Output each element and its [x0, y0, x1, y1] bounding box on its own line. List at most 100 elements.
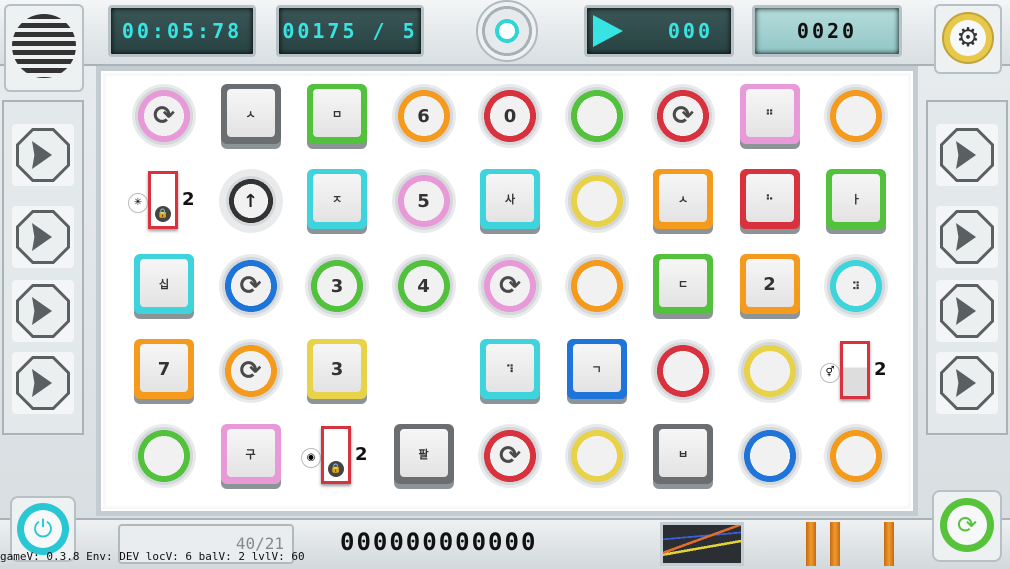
circle-tile-orange[interactable]: ⟳	[218, 339, 283, 403]
square-tile-gray[interactable]: ㅂ	[653, 424, 713, 484]
settings-button[interactable]: ⚙	[934, 4, 1002, 74]
play-icon[interactable]	[593, 15, 623, 47]
wires-panel	[660, 522, 744, 566]
tile-label: 십	[158, 278, 170, 291]
circle-tile-red[interactable]: ⟳	[478, 424, 542, 488]
square-tile-orange[interactable]: 2	[739, 254, 800, 314]
locked-door-tile[interactable]: ⚥ 2	[818, 339, 898, 403]
tile-label: ㄱ	[591, 363, 602, 376]
circle-tile-yellow[interactable]	[737, 339, 802, 403]
door-key-icon: ◉	[301, 448, 321, 468]
square-tile-yellow[interactable]: 3	[307, 339, 367, 399]
lock-icon: 🔒	[155, 206, 171, 222]
refresh-icon: ⟳	[499, 271, 521, 301]
square-tile-cyan[interactable]: ㅈ	[307, 169, 367, 229]
square-tile-pink[interactable]: ⠛	[739, 84, 800, 144]
circle-tile-cyan[interactable]: ⠽	[824, 254, 888, 318]
gear-icon: ⚙	[950, 20, 986, 56]
refresh-icon: ⟳	[153, 101, 175, 131]
version-info: gameV: 0.3.8 Env: DEV locV: 6 balV: 2 lv…	[0, 550, 305, 563]
tile-label: 구	[245, 448, 256, 461]
pipes-panel	[756, 522, 926, 566]
circle-tile-blue[interactable]	[737, 424, 802, 488]
tile-label: ㅅ	[245, 108, 256, 121]
square-tile-gray[interactable]: ㅅ	[220, 84, 281, 144]
square-tile-cyan[interactable]: 십	[134, 254, 194, 314]
circle-tile-green[interactable]	[564, 84, 629, 148]
square-tile-green[interactable]: ㅏ	[826, 169, 886, 229]
circle-tile-green[interactable]: 4	[391, 254, 456, 318]
square-tile-pink[interactable]: 구	[220, 424, 281, 484]
locked-door-tile[interactable]: ◉ 🔒 2	[299, 424, 379, 488]
right-arrow-button-3[interactable]	[936, 280, 998, 342]
door-count: 2	[182, 189, 195, 210]
door-key-icon: ⚥	[820, 363, 840, 383]
circle-tile-orange[interactable]	[824, 84, 888, 148]
game-board: ⟳ ㅅㅁ 6 0 ⟳ ⠛ ✳ 🔒 2 ↑ ㅈ 5 사 ㅅ ⠓ ㅏ 십 ⟳ 3 4 ⟳ ㄷ 2 ⠽ 7 ⟳ 3 ⠹ ㄱ ⚥ 2 구 ◉ 🔒 2 팔 ⟳ ㅂ	[96, 66, 918, 516]
lock-icon: 🔒	[328, 461, 344, 477]
tile-label: 3	[330, 275, 344, 297]
square-tile-red[interactable]: ⠓	[739, 169, 800, 229]
circle-tile-red[interactable]	[651, 339, 715, 403]
play-display[interactable]: 000	[584, 5, 734, 57]
square-tile-orange[interactable]: ㅅ	[653, 169, 713, 229]
circle-tile-orange[interactable]: 6	[391, 84, 456, 148]
circle-tile-green[interactable]	[132, 424, 196, 488]
play-counter: 000	[667, 19, 713, 43]
score-display: 0020	[752, 5, 902, 57]
circle-tile-yellow[interactable]	[564, 169, 629, 233]
tile-label: 0	[503, 105, 517, 127]
circle-tile-orange[interactable]	[564, 254, 629, 318]
door-slot: 🔒	[321, 426, 351, 484]
tile-label: ㄷ	[677, 278, 689, 291]
left-arrow-button-4[interactable]	[12, 352, 74, 414]
refresh-icon: ⟳	[239, 356, 262, 386]
circle-tile-pink[interactable]: 5	[391, 169, 456, 233]
square-tile-green[interactable]: ㄷ	[653, 254, 713, 314]
moves-value: 00175 / 5	[282, 19, 418, 43]
tile-label: ⠛	[765, 107, 774, 121]
tile-label: ⠹	[505, 362, 515, 376]
square-tile-orange[interactable]: 7	[134, 339, 194, 399]
locked-door-tile[interactable]: ✳ 🔒 2	[126, 169, 206, 233]
right-panel	[926, 100, 1008, 435]
refresh-icon: ⟳	[239, 271, 262, 301]
circle-tile-pink[interactable]: ⟳	[132, 84, 196, 148]
circle-tile-blue[interactable]: ⟳	[218, 254, 283, 318]
reset-button[interactable]: ⟳	[932, 490, 1002, 562]
door-slot	[840, 341, 870, 399]
tile-label: 팔	[418, 448, 429, 461]
tile-label: 7	[157, 358, 171, 380]
square-tile-cyan[interactable]: ⠹	[480, 339, 540, 399]
circle-tile-pink[interactable]: ⟳	[478, 254, 542, 318]
speaker-icon	[12, 14, 76, 78]
right-arrow-button-4[interactable]	[936, 352, 998, 414]
left-arrow-button-1[interactable]	[12, 124, 74, 186]
left-arrow-button-3[interactable]	[12, 280, 74, 342]
square-tile-green[interactable]: ㅁ	[307, 84, 367, 144]
power-icon: ⏻	[24, 510, 62, 548]
square-tile-gray[interactable]: 팔	[393, 424, 454, 484]
circle-tile-green[interactable]: 3	[305, 254, 369, 318]
tile-label: ㅅ	[677, 193, 689, 206]
arrow-up-icon: ↑	[242, 190, 259, 212]
tile-label: ㅂ	[677, 448, 689, 461]
square-tile-blue[interactable]: ㄱ	[566, 339, 627, 399]
tile-label: 3	[330, 358, 344, 380]
tile-label: ㅏ	[850, 193, 862, 206]
code-value: 000000000000	[340, 528, 538, 556]
door-count: 2	[355, 444, 368, 465]
circle-tile-orange[interactable]	[824, 424, 888, 488]
right-arrow-button-1[interactable]	[936, 124, 998, 186]
moves-display: 00175 / 5	[276, 5, 424, 57]
circle-tile-red[interactable]: 0	[478, 84, 542, 148]
speaker-grille	[4, 4, 84, 92]
circle-tile-red[interactable]: ⟳	[651, 84, 715, 148]
refresh-icon: ⟳	[947, 505, 987, 545]
left-arrow-button-2[interactable]	[12, 206, 74, 268]
circle-tile-dark[interactable]: ↑	[218, 169, 283, 233]
tile-label: 6	[417, 105, 430, 127]
circle-tile-yellow[interactable]	[564, 424, 629, 488]
right-arrow-button-2[interactable]	[936, 206, 998, 268]
square-tile-cyan[interactable]: 사	[480, 169, 540, 229]
